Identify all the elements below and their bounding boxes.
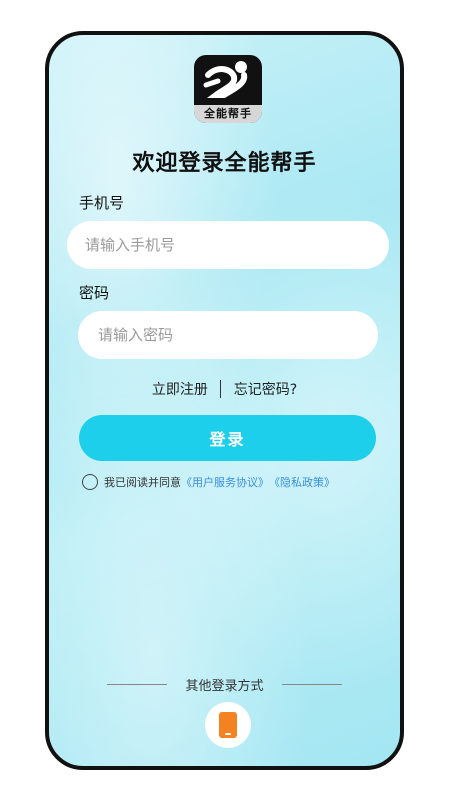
- account-links: 立即注册 忘记密码?: [49, 379, 400, 399]
- password-input[interactable]: [78, 311, 378, 359]
- link-divider: [220, 380, 222, 398]
- logo-text: 全能帮手: [194, 105, 262, 123]
- login-button[interactable]: 登录: [79, 415, 376, 461]
- divider-line-right: [281, 684, 342, 685]
- user-agreement-link[interactable]: 《用户服务协议》: [181, 474, 269, 490]
- runner-icon: [203, 61, 248, 98]
- forgot-password-link[interactable]: 忘记密码?: [234, 379, 297, 399]
- page-title: 欢迎登录全能帮手: [132, 151, 317, 176]
- register-link[interactable]: 立即注册: [152, 379, 208, 399]
- other-login-label: 其他登录方式: [185, 679, 264, 694]
- agreement-prefix: 我已阅读并同意: [104, 476, 181, 489]
- password-label: 密码: [79, 284, 110, 302]
- phone-icon: [219, 712, 237, 738]
- phone-frame: 全能帮手 欢迎登录全能帮手 手机号 密码 立即注册 忘记密码? 登录 我已阅读并…: [45, 31, 404, 770]
- agree-radio[interactable]: [82, 474, 98, 490]
- other-login-divider: 其他登录方式: [49, 675, 400, 694]
- agreement-row: 我已阅读并同意 《用户服务协议》 《隐私政策》: [82, 474, 335, 490]
- divider-line-left: [107, 684, 168, 685]
- phone-login-button[interactable]: [205, 702, 251, 748]
- privacy-policy-link[interactable]: 《隐私政策》: [269, 474, 335, 490]
- phone-label: 手机号: [79, 194, 125, 212]
- app-logo: 全能帮手: [194, 55, 262, 123]
- phone-input[interactable]: [67, 221, 389, 269]
